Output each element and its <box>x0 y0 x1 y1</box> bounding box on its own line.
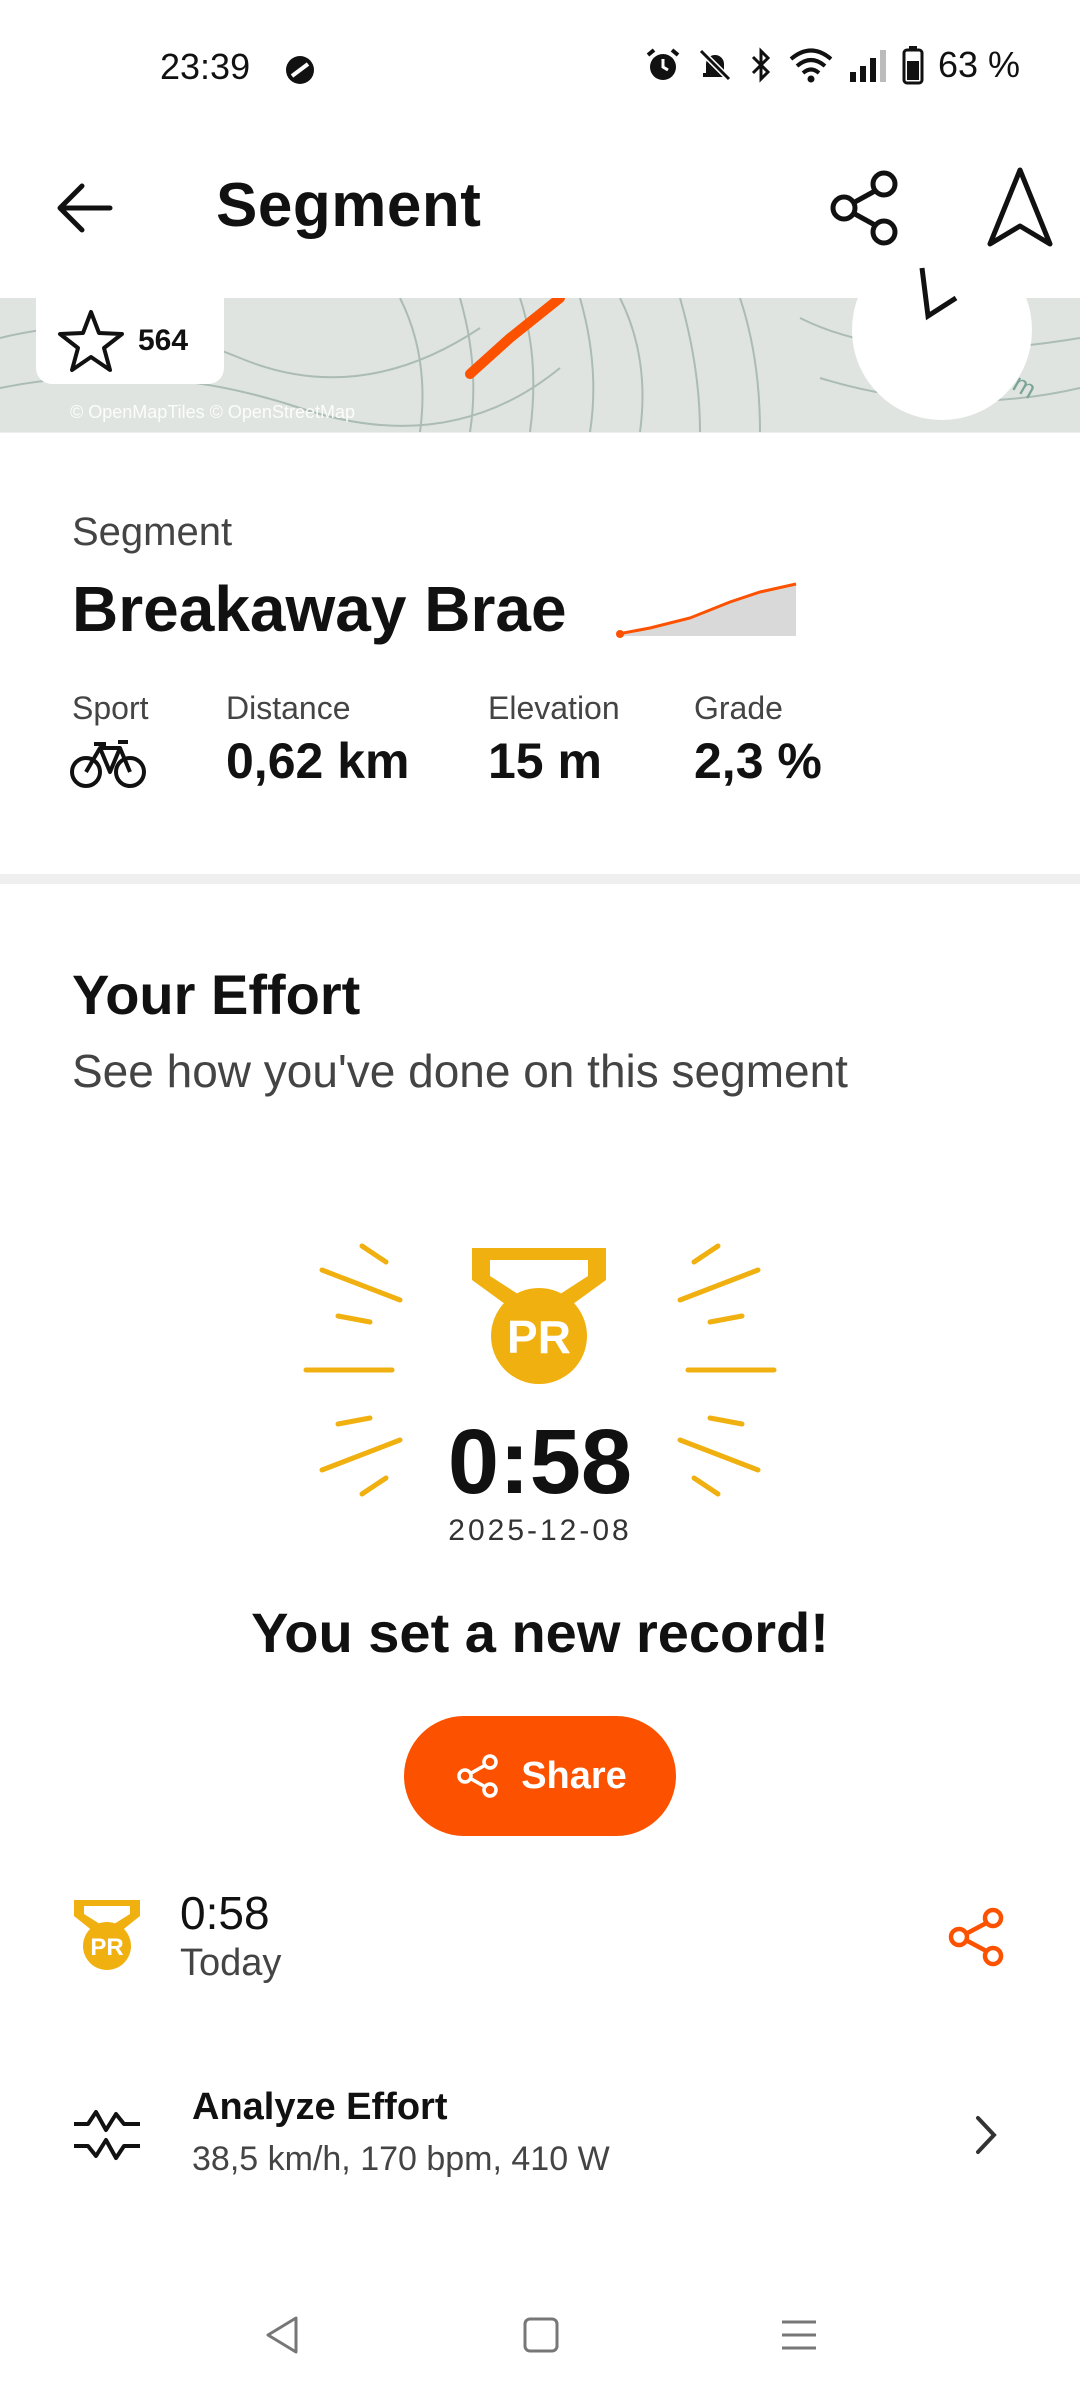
pr-medal-small-icon: PR <box>74 1900 140 1970</box>
map-bottom-edge <box>0 432 1080 433</box>
status-icons: 63 % <box>644 44 1020 86</box>
elevation-profile <box>616 582 797 638</box>
battery-icon <box>902 46 924 85</box>
analyze-title: Analyze Effort <box>192 2086 448 2128</box>
dnd-badge-icon <box>286 56 314 84</box>
pr-date: 2025-12-08 <box>448 1514 632 1547</box>
pr-time: 0:58 <box>447 1411 633 1513</box>
battery-percent: 63 % <box>937 44 1020 85</box>
alarm-icon <box>646 48 680 80</box>
nav-back-icon[interactable] <box>258 2310 308 2360</box>
star-icon <box>58 310 124 372</box>
wifi-icon <box>789 48 833 83</box>
effort-subtitle: See how you've done on this segment <box>72 1045 848 1097</box>
stat-sport-label: Sport <box>72 690 149 726</box>
star-segment-button[interactable]: 564 <box>36 298 224 384</box>
share-effort-button[interactable]: Share <box>404 1716 676 1836</box>
signal-icon <box>849 50 886 82</box>
share-button-label: Share <box>521 1754 627 1797</box>
pr-medal-text: PR <box>507 1311 571 1363</box>
stat-grade-label: Grade <box>694 690 783 726</box>
stat-elevation-label: Elevation <box>488 690 620 726</box>
status-time: 23:39 <box>160 46 251 87</box>
pr-medal-icon: PR <box>472 1248 606 1384</box>
segment-label: Segment <box>72 510 233 554</box>
analyze-subtitle: 38,5 km/h, 170 bpm, 410 W <box>192 2140 610 2178</box>
bluetooth-icon <box>751 47 771 83</box>
effort-title: Your Effort <box>72 963 361 1026</box>
star-count: 564 <box>138 324 189 357</box>
chevron-right-icon <box>976 2116 997 2154</box>
effort-share-icon[interactable] <box>944 1904 1010 1970</box>
stat-grade-value: 2,3 % <box>694 733 822 789</box>
share-icon[interactable] <box>820 162 910 252</box>
stat-distance-label: Distance <box>226 690 351 726</box>
map-locate-button[interactable] <box>852 240 1032 420</box>
bike-icon <box>70 740 146 788</box>
analyze-waveform-icon <box>74 2110 140 2160</box>
back-arrow-icon[interactable] <box>48 170 124 246</box>
effort-row-time: 0:58 <box>180 1887 270 1939</box>
bell-off-icon <box>698 48 732 82</box>
stat-elevation-value: 15 m <box>488 733 602 789</box>
navigate-arrow-icon <box>919 267 958 321</box>
analyze-effort-row[interactable] <box>0 2060 1080 2200</box>
page-title: Segment <box>216 171 482 240</box>
pr-small-text: PR <box>90 1934 123 1961</box>
nav-menu-icon[interactable] <box>774 2310 824 2360</box>
share-icon <box>457 1754 498 1798</box>
stat-distance-value: 0,62 km <box>226 733 410 789</box>
segment-name: Breakaway Brae <box>72 573 567 645</box>
section-divider <box>0 874 1080 884</box>
record-message: You set a new record! <box>251 1601 829 1664</box>
nav-home-icon[interactable] <box>516 2310 566 2360</box>
effort-row-date: Today <box>180 1942 282 1984</box>
map-credit: © OpenMapTiles © OpenStreetMap <box>70 402 355 422</box>
